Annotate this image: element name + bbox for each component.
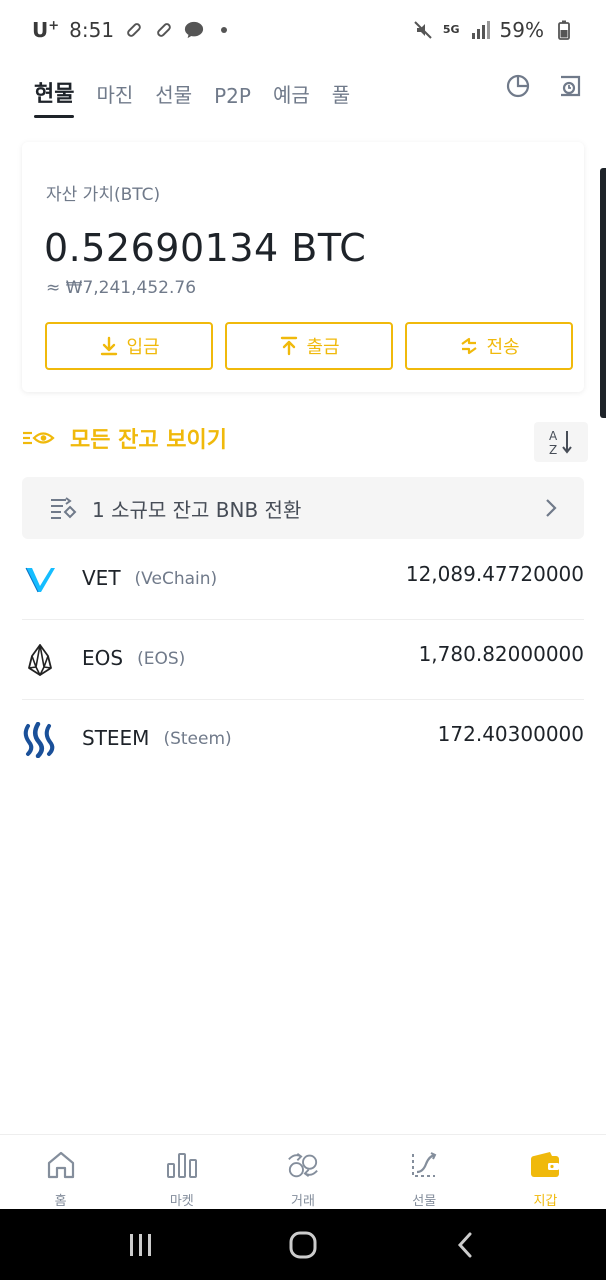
vechain-icon xyxy=(22,562,58,598)
steem-icon xyxy=(22,722,58,758)
asset-label: 자산 가치(BTC) xyxy=(46,185,161,205)
coin-name: (Steem) xyxy=(163,729,232,749)
status-time: 8:51 xyxy=(69,18,115,42)
coin-row-eos[interactable]: EOS (EOS) 1,780.82000000 xyxy=(22,620,584,700)
nav-futures[interactable]: 선물 xyxy=(364,1135,485,1209)
coin-amount: 12,089.47720000 xyxy=(405,562,584,586)
back-icon xyxy=(457,1232,472,1257)
carrier-text: U xyxy=(32,18,49,42)
dot-icon xyxy=(214,20,234,40)
svg-text:A: A xyxy=(549,429,558,443)
transfer-label: 전송 xyxy=(486,337,520,358)
pie-chart-icon[interactable] xyxy=(504,72,532,100)
markets-icon xyxy=(166,1149,198,1180)
nav-trade[interactable]: 거래 xyxy=(242,1135,363,1209)
talk-icon xyxy=(184,20,204,40)
tab-savings[interactable]: 예금 xyxy=(273,79,310,118)
nav-wallet[interactable]: 지갑 xyxy=(485,1135,606,1209)
carrier-sup: + xyxy=(48,18,60,34)
nav-home[interactable]: 홈 xyxy=(0,1135,121,1209)
coin-name: (EOS) xyxy=(137,649,186,669)
status-right: 5G 59% xyxy=(413,18,574,42)
status-left: U+ 8:51 xyxy=(32,18,234,42)
coin-list: VET (VeChain) 12,089.47720000 EOS (EOS) … xyxy=(22,540,584,780)
network-type: 5G xyxy=(442,23,460,36)
recent-apps-button[interactable] xyxy=(121,1225,161,1265)
status-bar: U+ 8:51 5G 59% xyxy=(0,0,606,60)
transfer-button[interactable]: 전송 xyxy=(405,322,573,370)
transfer-icon xyxy=(461,337,478,355)
coin-name: (VeChain) xyxy=(134,569,218,589)
coin-symbol: EOS xyxy=(82,646,124,670)
svg-text:Z: Z xyxy=(549,443,557,457)
deposit-button[interactable]: 입금 xyxy=(45,322,213,370)
nav-trade-label: 거래 xyxy=(291,1194,315,1209)
history-icon[interactable] xyxy=(556,72,584,100)
eye-list-icon xyxy=(23,431,55,445)
asset-card: 자산 가치(BTC) 0.52690134 BTC ≈ ₩7,241,452.7… xyxy=(22,142,584,392)
system-nav-bar xyxy=(0,1209,606,1280)
show-all-balances-toggle[interactable]: 모든 잔고 보이기 xyxy=(22,422,227,454)
home-icon xyxy=(45,1149,77,1180)
convert-icon xyxy=(51,497,77,519)
convert-label: 1 소규모 잔고 BNB 전환 xyxy=(92,497,302,522)
coin-symbol: STEEM xyxy=(82,726,150,750)
tab-margin[interactable]: 마진 xyxy=(96,79,133,118)
carrier-label: U+ xyxy=(32,18,59,42)
bottom-nav: 홈 마켓 거래 선물 지갑 xyxy=(0,1134,606,1209)
mute-icon xyxy=(413,20,433,40)
battery-percent: 59% xyxy=(499,18,544,42)
asset-value: 0.52690134 BTC xyxy=(44,226,367,270)
coin-amount: 172.40300000 xyxy=(437,722,584,746)
wallet-tabs: 현물 마진 선물 P2P 예금 풀 xyxy=(34,68,350,118)
withdraw-button[interactable]: 출금 xyxy=(225,322,393,370)
battery-icon xyxy=(554,20,574,40)
home-circle-icon xyxy=(289,1231,317,1258)
asset-actions: 입금 출금 전송 xyxy=(45,322,573,370)
nav-markets-label: 마켓 xyxy=(169,1194,194,1209)
sort-button[interactable]: AZ xyxy=(534,422,588,462)
convert-to-bnb-row[interactable]: 1 소규모 잔고 BNB 전환 xyxy=(22,477,584,539)
tab-futures[interactable]: 선물 xyxy=(155,79,192,118)
wallet-icon xyxy=(529,1149,561,1180)
nav-wallet-label: 지갑 xyxy=(533,1194,558,1209)
tab-pool[interactable]: 풀 xyxy=(332,79,350,118)
chevron-right-icon xyxy=(546,499,557,517)
nav-home-label: 홈 xyxy=(54,1194,67,1209)
download-icon xyxy=(101,336,118,356)
deposit-label: 입금 xyxy=(126,337,160,358)
withdraw-label: 출금 xyxy=(306,337,340,358)
recents-icon xyxy=(130,1233,151,1256)
top-icons xyxy=(504,72,584,100)
show-all-label: 모든 잔고 보이기 xyxy=(70,428,227,453)
upload-icon xyxy=(281,336,298,356)
asset-fiat-value: ≈ ₩7,241,452.76 xyxy=(46,278,197,298)
coin-row-vet[interactable]: VET (VeChain) 12,089.47720000 xyxy=(22,540,584,620)
signal-icon xyxy=(470,20,490,40)
nav-futures-label: 선물 xyxy=(412,1194,437,1209)
home-button[interactable] xyxy=(283,1225,323,1265)
futures-icon xyxy=(408,1149,440,1180)
coin-symbol: VET xyxy=(82,566,121,590)
pill-icon xyxy=(124,20,144,40)
scroll-indicator xyxy=(600,168,606,418)
tab-spot[interactable]: 현물 xyxy=(34,76,75,118)
pill-icon-2 xyxy=(154,20,174,40)
eos-icon xyxy=(22,642,58,678)
coin-amount: 1,780.82000000 xyxy=(418,642,584,666)
trade-icon xyxy=(287,1149,319,1180)
back-button[interactable] xyxy=(445,1225,485,1265)
nav-markets[interactable]: 마켓 xyxy=(121,1135,242,1209)
coin-row-steem[interactable]: STEEM (Steem) 172.40300000 xyxy=(22,700,584,780)
sort-az-icon: AZ xyxy=(549,429,572,457)
tab-p2p[interactable]: P2P xyxy=(214,84,251,118)
